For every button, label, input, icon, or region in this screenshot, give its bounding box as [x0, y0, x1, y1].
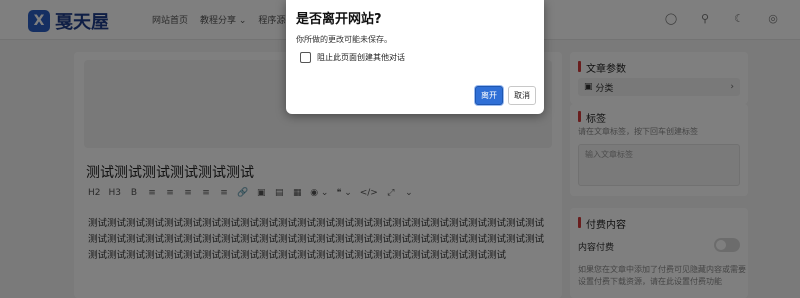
prevent-dialogs-checkbox[interactable] [300, 52, 311, 63]
dialog-title: 是否离开网站? [296, 12, 382, 27]
leave-site-dialog: 是否离开网站? 你所做的更改可能未保存。 阻止此页面创建其他对话 离开 取消 [286, 0, 544, 114]
prevent-dialogs-label[interactable]: 阻止此页面创建其他对话 [317, 52, 405, 63]
leave-button[interactable]: 离开 [475, 86, 503, 105]
dialog-message: 你所做的更改可能未保存。 [296, 35, 392, 44]
prevent-dialogs-row[interactable]: 阻止此页面创建其他对话 [300, 52, 405, 63]
cancel-button[interactable]: 取消 [508, 86, 536, 105]
